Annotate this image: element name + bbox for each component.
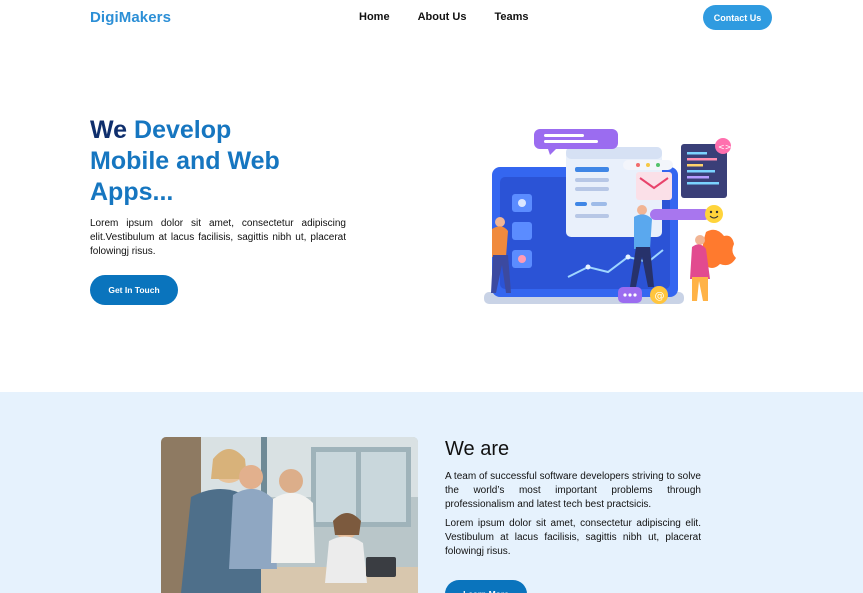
- nav-link-about-us[interactable]: About Us: [418, 11, 467, 23]
- navbar: DigiMakers Home About Us Teams Contact U…: [0, 0, 863, 36]
- team-photo-svg: [161, 437, 418, 593]
- nav-link-home[interactable]: Home: [359, 11, 390, 23]
- get-in-touch-button[interactable]: Get In Touch: [90, 275, 178, 305]
- about-description-1: A team of successful software developers…: [445, 471, 701, 510]
- hero-description: Lorem ipsum dolor sit amet, consectetur …: [90, 218, 346, 257]
- illustration-svg: <> @: [484, 129, 736, 304]
- contact-us-button[interactable]: Contact Us: [703, 5, 772, 30]
- nav-links: Home About Us Teams: [359, 11, 529, 23]
- about-title: We are: [445, 438, 510, 460]
- svg-text:@: @: [655, 291, 665, 302]
- nav-link-teams[interactable]: Teams: [494, 11, 528, 23]
- hero-title-apps: Apps...: [90, 178, 174, 206]
- svg-text:<>: <>: [718, 143, 731, 152]
- hero-title: We Develop Mobile and Web Apps...: [90, 115, 350, 208]
- hero-title-we: We: [90, 116, 128, 144]
- web-development-illustration: <> @: [478, 122, 748, 312]
- about-description-2: Lorem ipsum dolor sit amet, consectetur …: [445, 518, 701, 557]
- logo[interactable]: DigiMakers: [90, 9, 171, 26]
- learn-more-button[interactable]: Learn More: [445, 580, 527, 593]
- hero-title-mobile-web: Mobile and Web: [90, 147, 280, 175]
- hero-title-develop: Develop: [134, 116, 232, 144]
- team-photo: [161, 437, 418, 593]
- about-section: [0, 392, 863, 593]
